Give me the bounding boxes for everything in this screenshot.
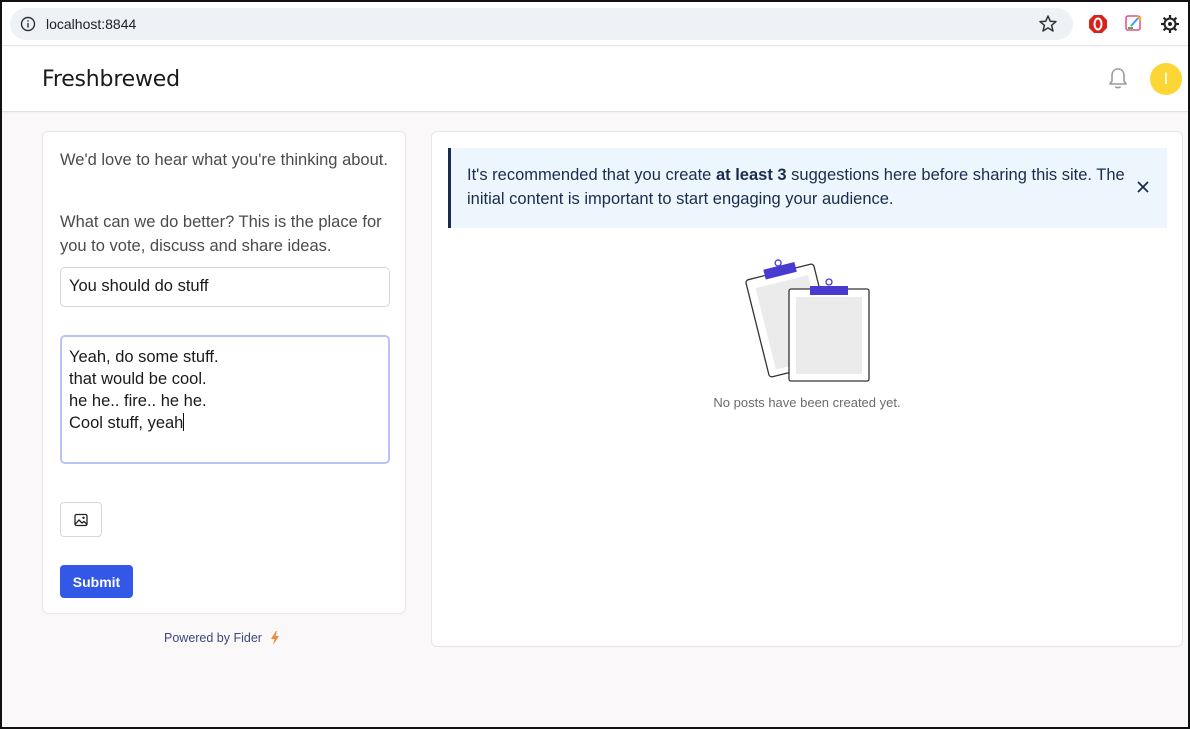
alert-text-bold: at least 3 (715, 166, 787, 184)
app-window: localhost:8844 Freshbrewed I We'd love t… (0, 0, 1190, 729)
image-icon (74, 513, 88, 527)
attach-image-button[interactable] (60, 502, 102, 537)
intro-text: We'd love to hear what you're thinking a… (60, 151, 388, 169)
site-header: Freshbrewed I (2, 47, 1188, 112)
idea-title-input[interactable]: You should do stuff (60, 267, 390, 307)
powered-by-link[interactable]: Powered by Fider (164, 631, 262, 645)
intro-subtext: What can we do better? This is the place… (60, 213, 382, 255)
edit-extension-icon[interactable] (1125, 14, 1143, 32)
close-icon[interactable] (1136, 180, 1150, 194)
posts-card: It's recommended that you create at leas… (431, 131, 1183, 647)
empty-clipboard-illustration (745, 259, 870, 382)
submit-button[interactable]: Submit (60, 565, 133, 598)
description-line: he he.. fire.. he he. (69, 392, 207, 410)
address-bar[interactable]: localhost:8844 (10, 8, 1073, 40)
bell-icon[interactable] (1107, 66, 1129, 90)
description-line: Yeah, do some stuff. (69, 348, 219, 366)
settings-gear-icon[interactable] (1160, 14, 1180, 34)
alert-text-prefix: It's recommended that you create (467, 166, 716, 184)
info-icon[interactable] (20, 16, 36, 32)
opera-extension-icon[interactable] (1088, 14, 1108, 34)
description-line: Cool stuff, yeah (69, 414, 184, 432)
description-line: that would be cool. (69, 370, 207, 388)
idea-description-textarea[interactable]: Yeah, do some stuff. that would be cool.… (60, 335, 390, 464)
browser-toolbar: localhost:8844 (2, 2, 1188, 46)
url-text[interactable]: localhost:8844 (46, 16, 136, 32)
recommendation-alert: It's recommended that you create at leas… (448, 148, 1167, 228)
text-caret (183, 413, 185, 431)
site-title[interactable]: Freshbrewed (42, 67, 180, 92)
empty-state-message: No posts have been created yet. (713, 395, 901, 410)
lightning-bolt-icon (271, 631, 279, 645)
share-idea-card: We'd love to hear what you're thinking a… (42, 131, 406, 614)
avatar[interactable]: I (1150, 63, 1182, 95)
alert-text: It's recommended that you create at leas… (467, 163, 1127, 211)
bookmark-star-icon[interactable] (1038, 14, 1058, 34)
